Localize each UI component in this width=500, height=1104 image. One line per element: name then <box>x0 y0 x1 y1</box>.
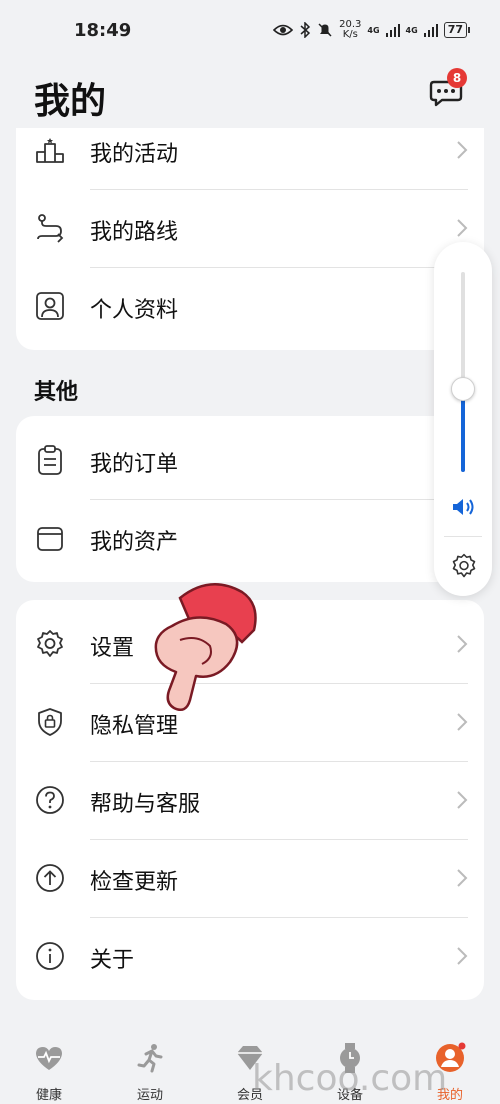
bluetooth-icon <box>300 22 311 38</box>
profile-icon <box>36 292 64 320</box>
volume-panel <box>434 242 492 596</box>
menu-item-check-update[interactable]: 检查更新 <box>16 840 484 918</box>
menu-item-my-activity[interactable]: 我的活动 <box>16 128 484 190</box>
menu-item-about[interactable]: 关于 <box>16 918 484 996</box>
chevron-right-icon <box>457 869 468 887</box>
net-speed: 20.3 K/s <box>339 20 361 40</box>
signal-icon <box>385 24 400 37</box>
menu-item-my-orders[interactable]: 我的订单 <box>16 422 484 500</box>
signal-label-1: 4G <box>367 25 380 35</box>
menu-item-label: 帮助与客服 <box>90 792 201 817</box>
tab-sport[interactable]: 运动 <box>110 1042 190 1103</box>
chevron-right-icon <box>457 947 468 965</box>
divider <box>444 536 482 537</box>
card-other: 我的订单 我的资产 <box>16 416 484 582</box>
pointing-hand-icon <box>154 583 257 711</box>
chevron-right-icon <box>457 791 468 809</box>
speaker-icon[interactable] <box>451 496 477 518</box>
help-icon <box>36 786 64 814</box>
gear-icon <box>37 630 63 657</box>
chevron-right-icon <box>457 219 468 237</box>
menu-item-my-assets[interactable]: 我的资产 <box>16 500 484 578</box>
eye-icon <box>273 24 294 36</box>
podium-icon <box>36 138 64 163</box>
menu-item-profile[interactable]: 个人资料 <box>16 268 484 346</box>
menu-item-my-route[interactable]: 我的路线 <box>16 190 484 268</box>
chevron-right-icon <box>457 713 468 731</box>
menu-item-label: 关于 <box>90 948 135 973</box>
info-icon <box>36 942 64 970</box>
tab-health[interactable]: 健康 <box>9 1042 89 1103</box>
status-bar: 18:49 20.3 K/s 4G 4G 77 <box>0 0 500 62</box>
route-icon <box>37 214 64 243</box>
menu-item-label: 我的活动 <box>90 142 179 167</box>
heart-pulse-icon <box>36 1047 62 1070</box>
status-icons: 20.3 K/s 4G 4G 77 <box>273 20 470 40</box>
page-title: 我的 <box>34 81 107 122</box>
gear-icon[interactable] <box>450 552 478 580</box>
menu-item-label: 个人资料 <box>90 298 179 323</box>
menu-item-label: 设置 <box>90 636 135 661</box>
tab-label: 健康 <box>35 1088 62 1103</box>
battery-level: 77 <box>443 22 467 38</box>
runner-icon <box>137 1044 163 1073</box>
box-icon <box>37 527 63 551</box>
tab-label: 运动 <box>136 1088 163 1103</box>
net-speed-unit: K/s <box>342 29 358 40</box>
clipboard-icon <box>38 445 62 475</box>
signal-label-2: 4G <box>405 25 418 35</box>
menu-item-help[interactable]: 帮助与客服 <box>16 762 484 840</box>
signal-icon <box>423 24 438 37</box>
card-my-records: 我的活动 我的路线 个人资料 <box>16 128 484 350</box>
chevron-right-icon <box>457 141 468 159</box>
status-time: 18:49 <box>74 20 132 41</box>
watermark: khcoo.com <box>252 1058 448 1099</box>
menu-item-label: 我的路线 <box>90 220 179 245</box>
menu-item-label: 我的订单 <box>90 452 179 477</box>
message-badge: 8 <box>447 68 467 88</box>
menu-item-label: 检查更新 <box>90 870 179 895</box>
menu-item-label: 我的资产 <box>90 530 179 555</box>
section-title-other: 其他 <box>34 380 79 405</box>
volume-thumb[interactable] <box>451 377 475 401</box>
bell-off-icon <box>318 23 332 37</box>
chevron-right-icon <box>457 635 468 653</box>
battery-icon: 77 <box>443 22 470 38</box>
shield-lock-icon <box>38 708 62 736</box>
upload-icon <box>36 864 64 892</box>
